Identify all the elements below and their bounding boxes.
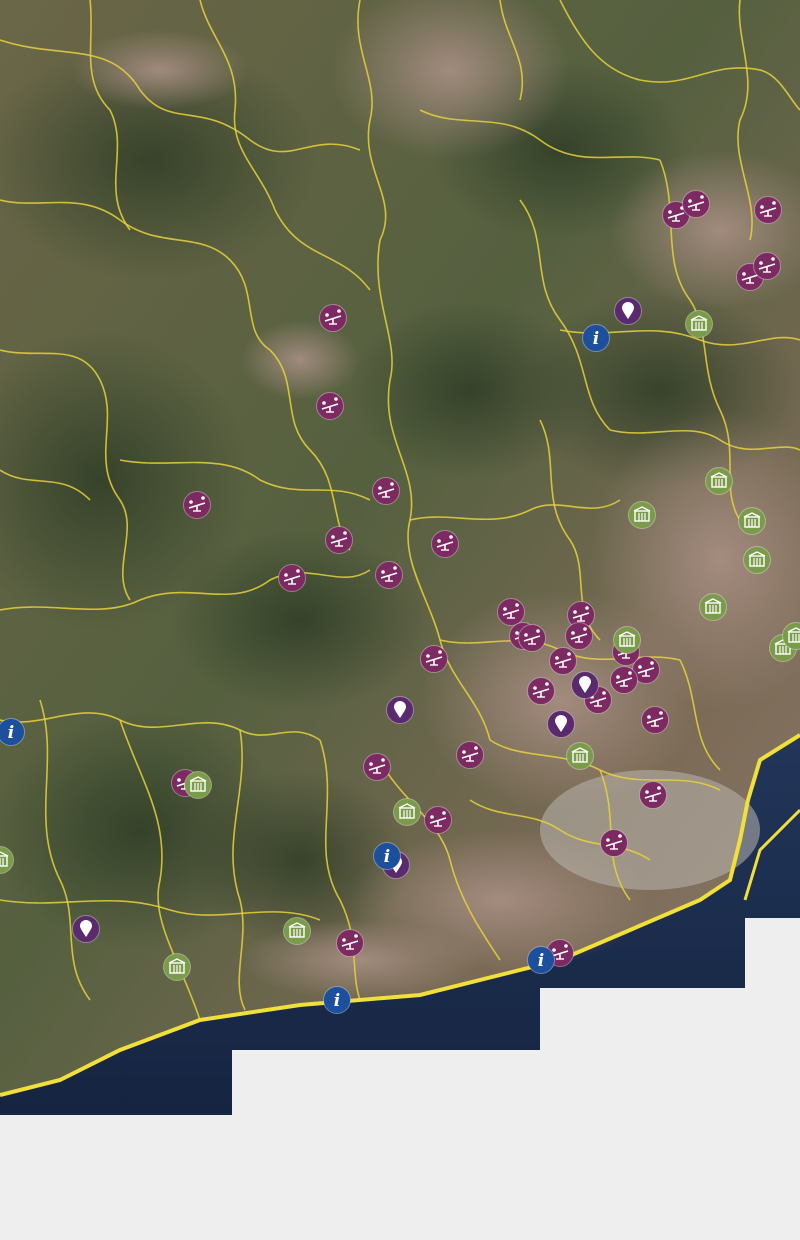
playground-marker[interactable] [682, 190, 710, 218]
playground-marker[interactable] [610, 666, 638, 694]
info-marker[interactable]: i [527, 946, 555, 974]
playground-marker[interactable] [549, 647, 577, 675]
playground-marker[interactable] [518, 624, 546, 652]
info-icon: i [384, 847, 390, 867]
building-marker[interactable] [566, 742, 594, 770]
playground-marker[interactable] [316, 392, 344, 420]
playground-marker[interactable] [375, 561, 403, 589]
info-glyph: i [593, 329, 599, 349]
playground-marker[interactable] [278, 564, 306, 592]
building-marker[interactable] [705, 467, 733, 495]
playground-marker[interactable] [753, 252, 781, 280]
playground-marker[interactable] [565, 622, 593, 650]
info-icon: i [8, 723, 14, 743]
playground-marker[interactable] [497, 598, 525, 626]
info-glyph: i [8, 723, 14, 743]
location-marker[interactable] [386, 696, 414, 724]
building-marker[interactable] [743, 546, 771, 574]
info-glyph: i [384, 847, 390, 867]
building-marker[interactable] [685, 310, 713, 338]
map-canvas[interactable]: i i i i i [0, 0, 800, 1240]
playground-marker[interactable] [420, 645, 448, 673]
info-marker[interactable]: i [0, 718, 25, 746]
playground-marker[interactable] [456, 741, 484, 769]
playground-marker[interactable] [363, 753, 391, 781]
playground-marker[interactable] [431, 530, 459, 558]
building-marker[interactable] [738, 507, 766, 535]
building-marker[interactable] [613, 626, 641, 654]
playground-marker[interactable] [600, 829, 628, 857]
playground-marker[interactable] [424, 806, 452, 834]
building-marker[interactable] [184, 771, 212, 799]
info-marker[interactable]: i [323, 986, 351, 1014]
building-marker[interactable] [628, 501, 656, 529]
location-marker[interactable] [571, 671, 599, 699]
location-marker[interactable] [547, 710, 575, 738]
playground-marker[interactable] [372, 477, 400, 505]
playground-marker[interactable] [319, 304, 347, 332]
info-glyph: i [334, 991, 340, 1011]
playground-marker[interactable] [183, 491, 211, 519]
info-icon: i [538, 951, 544, 971]
info-icon: i [334, 991, 340, 1011]
playground-marker[interactable] [754, 196, 782, 224]
building-marker[interactable] [163, 953, 191, 981]
info-marker[interactable]: i [373, 842, 401, 870]
playground-marker[interactable] [325, 526, 353, 554]
playground-marker[interactable] [527, 677, 555, 705]
building-marker[interactable] [699, 593, 727, 621]
map-viewport[interactable]: i i i i i [0, 0, 800, 1240]
playground-marker[interactable] [639, 781, 667, 809]
playground-marker[interactable] [336, 929, 364, 957]
info-glyph: i [538, 951, 544, 971]
building-marker[interactable] [283, 917, 311, 945]
info-marker[interactable]: i [582, 324, 610, 352]
location-marker[interactable] [72, 915, 100, 943]
playground-marker[interactable] [641, 706, 669, 734]
location-marker[interactable] [614, 297, 642, 325]
info-icon: i [593, 329, 599, 349]
building-marker[interactable] [393, 798, 421, 826]
